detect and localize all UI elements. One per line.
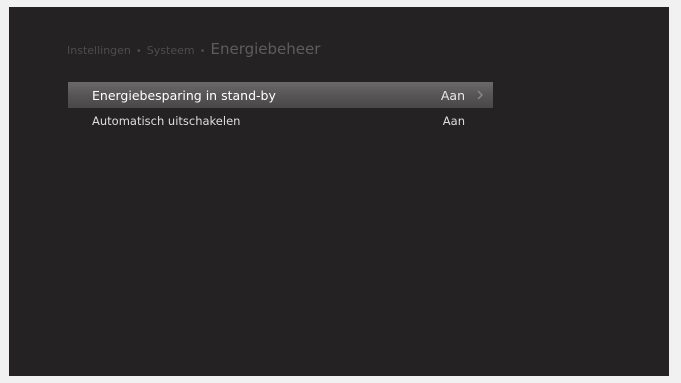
breadcrumb: Instellingen • Systeem • Energiebeheer [67,40,320,64]
menu-item-label: Automatisch uitschakelen [92,114,241,128]
menu-item-value: Aan [442,114,465,128]
menu-item-auto-switch-off[interactable]: Automatisch uitschakelen Aan [68,108,493,134]
breadcrumb-item-system[interactable]: Systeem [147,44,195,57]
breadcrumb-separator: • [135,46,142,57]
menu-item-standby-energy-saving[interactable]: Energiebesparing in stand-by Aan [68,82,493,108]
chevron-right-icon [477,90,483,100]
breadcrumb-separator: • [199,46,206,57]
page-title: Energiebeheer [210,40,321,58]
settings-menu: Energiebesparing in stand-by Aan Automat… [68,82,493,134]
menu-item-label: Energiebesparing in stand-by [92,87,276,103]
menu-item-value: Aan [440,87,465,103]
breadcrumb-item-settings[interactable]: Instellingen [67,44,131,57]
tv-screen: Instellingen • Systeem • Energiebeheer E… [9,7,669,376]
